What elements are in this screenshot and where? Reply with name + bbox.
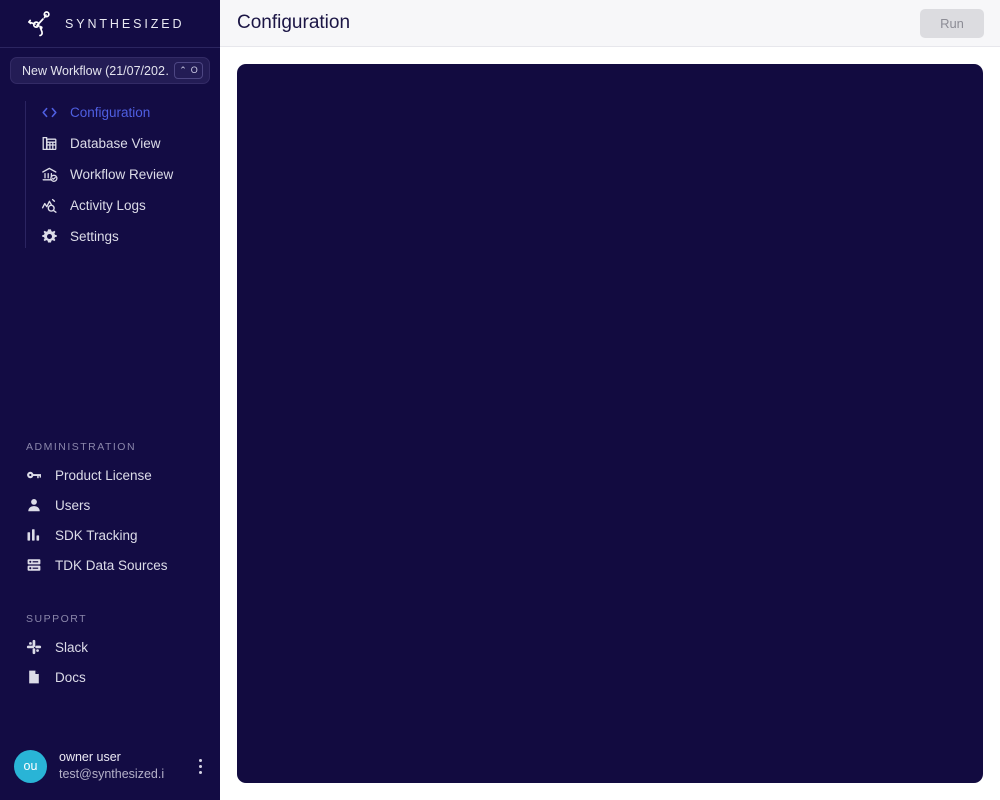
sidebar-item-workflow-review[interactable]: Workflow Review [25,159,220,190]
key-icon [26,467,42,483]
sidebar-item-activity-logs[interactable]: Activity Logs [25,190,220,221]
sidebar-item-label: Docs [55,669,86,685]
sidebar-item-docs[interactable]: Docs [26,662,88,692]
sidebar-item-users[interactable]: Users [26,490,168,520]
person-icon [26,497,42,513]
bar-chart-icon [26,527,42,543]
configuration-editor-canvas[interactable] [237,64,983,783]
support-section-title: SUPPORT [26,613,88,625]
sidebar-item-configuration[interactable]: Configuration [25,97,220,128]
app-root: SYNTHESIZED New Workflow (21/07/202… ⌃ O [0,0,1000,800]
shortcut-modifier: ⌃ [179,65,187,75]
run-button[interactable]: Run [920,8,984,38]
user-name: owner user [59,750,121,764]
document-icon [26,669,42,685]
page-title: Configuration [237,12,351,33]
workflow-selector[interactable]: New Workflow (21/07/202… ⌃ O [10,57,210,84]
nav-rail-divider [25,101,26,248]
support-section: SUPPORT Slack Docs [0,613,88,692]
top-bar: Configuration Run [220,0,1000,47]
sidebar-item-label: TDK Data Sources [55,557,168,573]
sidebar-item-tdk-data-sources[interactable]: TDK Data Sources [26,550,168,580]
vertical-dots-icon[interactable] [190,754,210,778]
shortcut-key: O [190,65,198,75]
avatar[interactable]: ou [14,749,47,783]
sidebar-item-sdk-tracking[interactable]: SDK Tracking [26,520,168,550]
user-footer: ou owner user test@synthesized.i [0,732,220,800]
canvas-wrap [220,47,1000,800]
sidebar-item-label: SDK Tracking [55,527,138,543]
sidebar-item-label: Workflow Review [70,167,174,182]
sidebar-item-label: Configuration [70,105,151,120]
brand-logo[interactable]: SYNTHESIZED [0,0,220,47]
sidebar-item-product-license[interactable]: Product License [26,460,168,490]
main-area: Configuration Run [220,0,1000,800]
sidebar-item-label: Product License [55,467,152,483]
database-grid-icon [41,135,58,152]
sidebar-item-label: Database View [70,136,161,151]
administration-section: ADMINISTRATION Product License Users SDK… [0,441,168,580]
server-icon [26,557,42,573]
sidebar: SYNTHESIZED New Workflow (21/07/202… ⌃ O [0,0,220,800]
sidebar-item-label: Slack [55,639,89,655]
bank-check-icon [41,166,58,183]
sidebar-item-slack[interactable]: Slack [26,632,88,662]
slack-icon [26,639,42,655]
administration-section-title: ADMINISTRATION [26,441,137,453]
user-meta: owner user test@synthesized.i [59,749,178,783]
primary-nav: Configuration Database View Workflow Rev… [0,97,220,252]
workflow-selector-wrap: New Workflow (21/07/202… ⌃ O [0,48,220,84]
workflow-selector-label: New Workflow (21/07/202… [22,63,168,78]
workflow-shortcut-badge: ⌃ O [174,62,203,79]
synthesized-network-logo-icon [27,10,50,36]
sidebar-item-label: Settings [70,229,119,244]
sidebar-item-database-view[interactable]: Database View [25,128,220,159]
code-brackets-icon [41,104,58,121]
sidebar-item-settings[interactable]: Settings [25,221,220,252]
brand-name: SYNTHESIZED [65,16,185,31]
user-email: test@synthesized.i [59,767,165,781]
gear-icon [41,228,58,245]
sidebar-item-label: Activity Logs [70,198,146,213]
sidebar-item-label: Users [55,497,91,513]
chart-search-icon [41,197,58,214]
